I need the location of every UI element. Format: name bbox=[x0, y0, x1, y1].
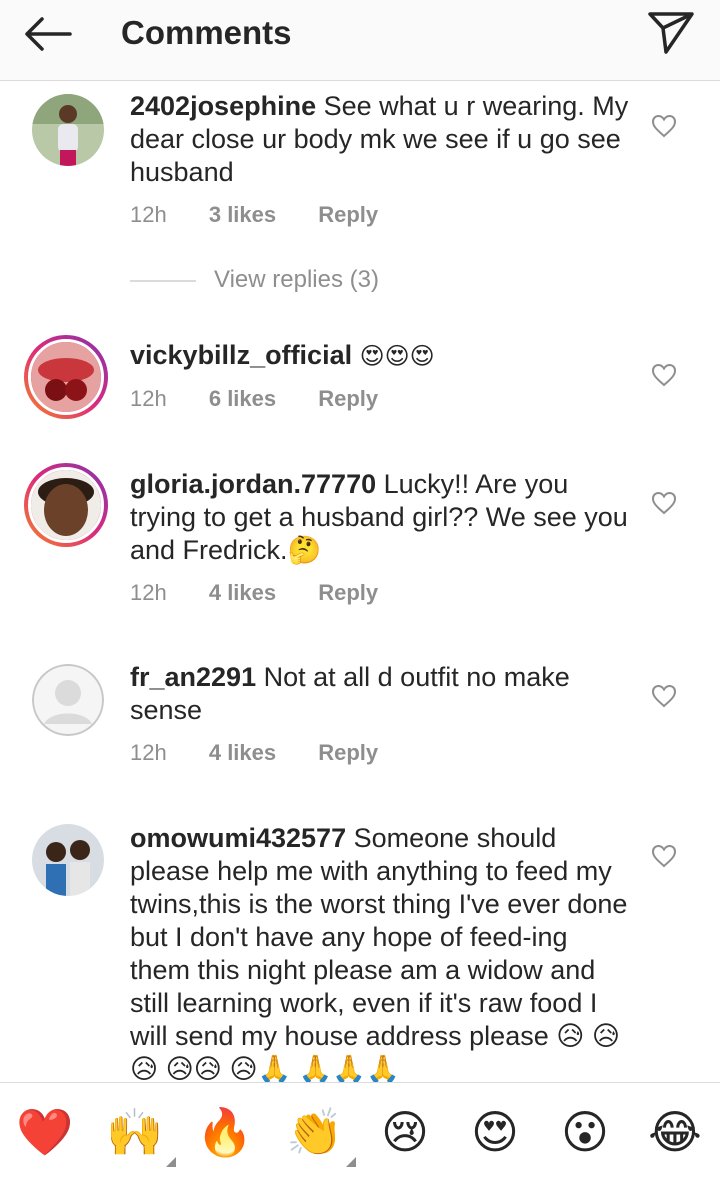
comment-username[interactable]: gloria.jordan.77770 bbox=[130, 469, 376, 499]
raising-hands-emoji-button[interactable]: 🙌 bbox=[106, 1103, 176, 1167]
comment-meta: 12h 3 likes Reply bbox=[130, 202, 414, 228]
emoji-bar: ❤️ 🙌 🔥 👏 😢 😍 😮 😂 bbox=[0, 1082, 720, 1182]
comment-time: 12h bbox=[130, 740, 167, 765]
clapping-hands-emoji: 👏 bbox=[286, 1106, 344, 1158]
comment-text: fr_an2291 Not at all d outfit no make se… bbox=[130, 661, 630, 727]
comment-meta: 12h 4 likes Reply bbox=[130, 740, 414, 766]
comment-username[interactable]: fr_an2291 bbox=[130, 662, 256, 692]
view-replies-divider bbox=[130, 279, 196, 282]
crying-face-emoji-button[interactable]: 😢 bbox=[376, 1103, 434, 1161]
comment-likes[interactable]: 4 likes bbox=[209, 740, 276, 765]
comment-meta: 12h 4 likes Reply bbox=[130, 580, 414, 606]
comment-text: 2402josephine See what u r wearing. My d… bbox=[130, 90, 630, 189]
reply-button[interactable]: Reply bbox=[318, 740, 378, 765]
avatar[interactable] bbox=[32, 824, 104, 896]
comment-username[interactable]: vickybillz_official bbox=[130, 340, 352, 370]
heart-icon[interactable] bbox=[651, 363, 677, 387]
skin-tone-indicator-icon bbox=[166, 1157, 176, 1167]
comment-username[interactable]: 2402josephine bbox=[130, 91, 316, 121]
comment-text: gloria.jordan.77770 Lucky!! Are you tryi… bbox=[130, 468, 630, 567]
skin-tone-indicator-icon bbox=[346, 1157, 356, 1167]
comment-likes[interactable]: 4 likes bbox=[209, 580, 276, 605]
comment-time: 12h bbox=[130, 386, 167, 411]
page-title: Comments bbox=[121, 14, 292, 51]
comment-body: Someone should please help me with anyth… bbox=[130, 823, 628, 1082]
story-ring[interactable] bbox=[24, 335, 108, 419]
heart-icon[interactable] bbox=[651, 684, 677, 708]
view-replies-label[interactable]: View replies (3) bbox=[214, 266, 379, 293]
reply-button[interactable]: Reply bbox=[318, 202, 378, 227]
avatar[interactable] bbox=[32, 664, 104, 736]
heart-icon[interactable] bbox=[651, 844, 677, 868]
comment-text: omowumi432577 Someone should please help… bbox=[130, 822, 630, 1082]
fire-emoji-button[interactable]: 🔥 bbox=[196, 1103, 254, 1161]
header-bar: Comments bbox=[0, 0, 720, 81]
raising-hands-emoji: 🙌 bbox=[106, 1106, 164, 1158]
avatar[interactable] bbox=[32, 94, 104, 166]
story-ring[interactable] bbox=[24, 463, 108, 547]
comment-body: 😍😍😍 bbox=[359, 343, 435, 370]
comment-meta: 12h 6 likes Reply bbox=[130, 386, 414, 412]
reply-button[interactable]: Reply bbox=[318, 580, 378, 605]
direct-message-icon[interactable] bbox=[646, 10, 696, 54]
comment-text: vickybillz_official 😍😍😍 bbox=[130, 339, 630, 373]
heart-icon[interactable] bbox=[651, 114, 677, 138]
heart-emoji-button[interactable]: ❤️ bbox=[16, 1103, 74, 1161]
comment-time: 12h bbox=[130, 580, 167, 605]
heart-icon[interactable] bbox=[651, 491, 677, 515]
clapping-hands-emoji-button[interactable]: 👏 bbox=[286, 1103, 356, 1167]
heart-eyes-emoji-button[interactable]: 😍 bbox=[466, 1103, 524, 1161]
comment-likes[interactable]: 3 likes bbox=[209, 202, 276, 227]
avatar[interactable] bbox=[28, 467, 104, 543]
comment-username[interactable]: omowumi432577 bbox=[130, 823, 346, 853]
comment-time: 12h bbox=[130, 202, 167, 227]
avatar[interactable] bbox=[28, 339, 104, 415]
laughing-tears-emoji-button[interactable]: 😂 bbox=[646, 1103, 704, 1161]
reply-button[interactable]: Reply bbox=[318, 386, 378, 411]
view-replies-link[interactable]: View replies (3) bbox=[130, 266, 379, 294]
surprised-face-emoji-button[interactable]: 😮 bbox=[556, 1103, 614, 1161]
comment-likes[interactable]: 6 likes bbox=[209, 386, 276, 411]
back-arrow-icon[interactable] bbox=[22, 14, 74, 54]
comments-list: 2402josephine See what u r wearing. My d… bbox=[0, 81, 720, 1082]
